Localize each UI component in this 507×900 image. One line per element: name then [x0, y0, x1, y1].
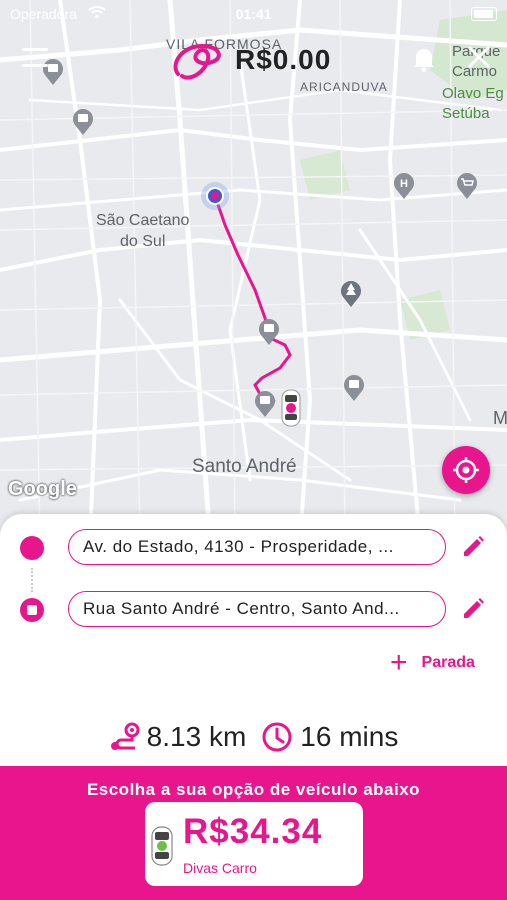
edit-origin-pencil-icon[interactable]: [460, 534, 486, 560]
clock: 01:41: [235, 6, 272, 22]
plus-icon: +: [390, 646, 408, 679]
vehicle-name: Divas Carro: [183, 860, 257, 876]
route-connector: [31, 568, 35, 592]
battery-icon: [471, 7, 497, 21]
clock-icon: [262, 722, 292, 752]
origin-field[interactable]: Av. do Estado, 4130 - Prosperidade, ...: [68, 529, 446, 565]
vehicle-price: R$34.34: [183, 812, 323, 851]
trip-summary: 8.13 km 16 mins: [0, 720, 507, 754]
edit-destination-pencil-icon[interactable]: [460, 596, 486, 622]
car-marker: [281, 389, 301, 427]
google-logo: Google: [8, 478, 77, 500]
map-label-m: M: [493, 408, 507, 428]
vehicle-options-panel: Escolha a sua opção de veículo abaixo R$…: [0, 766, 507, 900]
hospital-poi-icon[interactable]: H: [391, 170, 417, 200]
map-label-santo-andre: Santo André: [192, 456, 297, 477]
shopping-poi-icon[interactable]: [256, 316, 282, 346]
park-poi-icon[interactable]: [338, 278, 364, 308]
vehicle-options-title: Escolha a sua opção de veículo abaixo: [86, 780, 421, 799]
cart-poi-icon[interactable]: [454, 170, 480, 200]
map-label-olavo: Olavo Eg Setúba: [442, 85, 504, 122]
menu-button[interactable]: [22, 48, 48, 70]
origin-dot-icon: [20, 536, 44, 560]
trip-distance: 8.13 km: [146, 721, 247, 752]
shopping-poi-icon[interactable]: [252, 388, 278, 418]
vehicle-option-card[interactable]: R$34.34 Divas Carro: [145, 802, 363, 886]
status-bar: Operadora 01:41: [0, 0, 507, 28]
locate-me-button[interactable]: [442, 446, 490, 494]
map-label-sao-caetano: São Caetano do Sul: [96, 212, 190, 250]
shopping-poi-icon[interactable]: [70, 106, 96, 136]
trip-duration: 16 mins: [300, 721, 399, 752]
hamburger-icon: [22, 48, 48, 51]
destination-stop-icon: [20, 598, 44, 622]
brand-logo-icon: [173, 43, 221, 80]
shopping-poi-icon[interactable]: [341, 372, 367, 402]
crosshair-icon: [453, 457, 479, 483]
close-icon[interactable]: [466, 44, 492, 70]
route-distance-icon: [110, 722, 140, 750]
car-icon: [151, 826, 173, 866]
add-stop-label: Parada: [421, 654, 475, 671]
bell-icon[interactable]: [412, 46, 436, 72]
svg-text:H: H: [400, 178, 408, 190]
top-bar: R$0.00: [0, 36, 507, 86]
wallet-balance[interactable]: R$0.00: [235, 44, 331, 76]
add-stop-button[interactable]: + Parada: [390, 646, 475, 679]
destination-field[interactable]: Rua Santo André - Centro, Santo And...: [68, 591, 446, 627]
